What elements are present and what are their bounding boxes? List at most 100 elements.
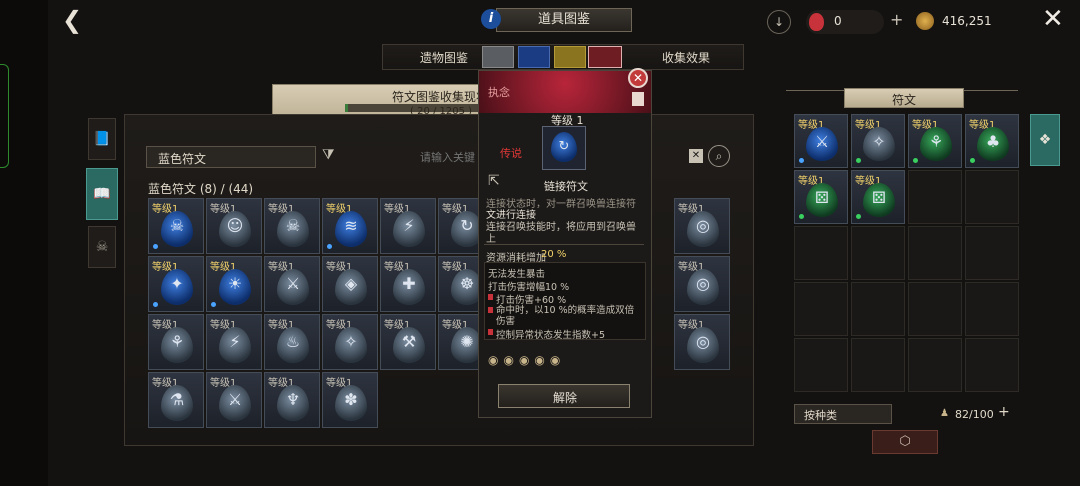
equipped-rune[interactable]: 等级1 ⚔ xyxy=(794,114,848,168)
clear-search-icon[interactable]: ✕ xyxy=(689,149,703,163)
equip-slot[interactable] xyxy=(794,226,848,280)
rune-tile[interactable]: 等级1 ✧ xyxy=(322,314,378,370)
equip-slot[interactable] xyxy=(908,226,962,280)
equip-slot[interactable] xyxy=(794,338,848,392)
banner-progress-fill xyxy=(345,104,348,112)
equip-slot[interactable] xyxy=(908,338,962,392)
equip-slot[interactable] xyxy=(965,282,1019,336)
popup-close-icon[interactable]: ✕ xyxy=(628,68,648,88)
equip-slot[interactable] xyxy=(908,282,962,336)
rune-symbol-icon: ✚ xyxy=(402,274,416,293)
equipped-rune[interactable]: 等级1 ♣ xyxy=(965,114,1019,168)
tab-red-rune[interactable] xyxy=(588,46,622,68)
equipped-rune[interactable]: 等级1 ⚄ xyxy=(851,170,905,224)
rune-symbol-icon: ⚔ xyxy=(814,132,830,151)
equip-slot[interactable] xyxy=(794,282,848,336)
rune-tile[interactable]: 等级1 ≋ xyxy=(322,198,378,254)
equipped-rune[interactable]: 等级1 ⚘ xyxy=(908,114,962,168)
rune-tile[interactable]: 等级1 ⚘ xyxy=(148,314,204,370)
share-icon[interactable]: ⇱ xyxy=(488,173,500,189)
search-icon[interactable]: ⌕ xyxy=(708,145,730,167)
rune-tile[interactable]: 等级1 ⚡ xyxy=(380,198,436,254)
add-capacity-button[interactable]: + xyxy=(998,404,1010,420)
tab-yellow-rune[interactable] xyxy=(554,46,586,68)
add-gem-button[interactable]: + xyxy=(890,10,903,29)
popup-name: 链接符文 xyxy=(544,180,588,193)
rune-tile[interactable]: 等级1 ⚔ xyxy=(264,256,320,312)
equip-slot[interactable] xyxy=(908,170,962,224)
popup-stat-3: 打击伤害+60 % xyxy=(496,295,567,306)
rune-tile[interactable]: 等级1 ⚒ xyxy=(380,314,436,370)
rune-symbol-icon: ✦ xyxy=(170,274,184,293)
rune-symbol-icon: ◎ xyxy=(696,216,710,235)
rune-tile[interactable]: 等级1 ◎ xyxy=(674,198,730,254)
status-dot-icon xyxy=(856,158,861,163)
gold-count: 416,251 xyxy=(942,14,992,28)
release-button-label: 解除 xyxy=(553,391,578,405)
rune-symbol-icon: ⚘ xyxy=(928,132,944,151)
search-input[interactable] xyxy=(420,146,480,168)
rune-symbol-icon: ⚄ xyxy=(872,188,886,207)
equip-slot[interactable] xyxy=(851,226,905,280)
dismantle-button[interactable]: ⬡ xyxy=(872,430,938,454)
rune-tile[interactable]: 等级1 ☠ xyxy=(264,198,320,254)
banner-title: 符文图鉴收集现状 xyxy=(392,90,489,104)
popup-grade: 传说 xyxy=(500,147,522,160)
tab-blue-rune[interactable] xyxy=(518,46,550,68)
rune-symbol-icon: ⚡ xyxy=(229,332,241,351)
class-icons: ◉◉◉◉◉ xyxy=(488,353,566,367)
rune-tile[interactable]: 等级1 ⚔ xyxy=(206,372,262,428)
equip-slot[interactable] xyxy=(851,282,905,336)
side-icon-skull-book[interactable]: ☠ xyxy=(88,226,116,268)
blue-dot-icon xyxy=(153,302,158,307)
rune-tile[interactable]: 等级1 ♨ xyxy=(264,314,320,370)
popup-cost-value: 20 % xyxy=(541,249,567,260)
rune-tile[interactable]: 等级1 ♆ xyxy=(264,372,320,428)
equip-slot[interactable] xyxy=(965,170,1019,224)
download-icon[interactable]: ↓ xyxy=(767,10,791,34)
red-gem-icon xyxy=(809,13,824,31)
equip-slot[interactable] xyxy=(851,338,905,392)
rune-symbol-icon: ☀ xyxy=(227,274,243,293)
popup-stat-2: 打击伤害增幅10 % xyxy=(488,282,570,293)
blue-dot-icon xyxy=(211,302,216,307)
rune-tile[interactable]: 等级1 ◎ xyxy=(674,314,730,370)
close-icon[interactable]: ✕ xyxy=(1042,4,1064,34)
tab-grey-rune[interactable] xyxy=(482,46,514,68)
red-gem-count: 0 xyxy=(834,14,842,28)
gold-icon xyxy=(916,12,934,30)
back-icon[interactable]: ❮ xyxy=(62,6,82,34)
tab-relic[interactable]: 遗物图鉴 xyxy=(420,49,468,66)
rune-tile[interactable]: 等级1 ⚡ xyxy=(206,314,262,370)
rune-symbol-icon: ✽ xyxy=(344,390,358,409)
rune-tile[interactable]: 等级1 ◈ xyxy=(322,256,378,312)
capacity-count: 82/100 xyxy=(955,408,994,421)
rune-symbol-icon: ◎ xyxy=(696,274,710,293)
equip-slot[interactable] xyxy=(965,338,1019,392)
equipped-rune[interactable]: 等级1 ✧ xyxy=(851,114,905,168)
rune-book-side-button[interactable]: ❖ xyxy=(1030,114,1060,166)
equip-slot[interactable] xyxy=(965,226,1019,280)
status-dot-icon xyxy=(970,158,975,163)
filter-icon[interactable]: ⧩ xyxy=(322,147,335,163)
rune-tile[interactable]: 等级1 ☠ xyxy=(148,198,204,254)
rune-tile[interactable]: 等级1 ☺ xyxy=(206,198,262,254)
side-icon-book[interactable]: 📘 xyxy=(88,118,116,160)
right-title: 符文 xyxy=(892,93,917,107)
header-title-plate: 道具图鉴 xyxy=(496,8,632,32)
side-icon-rune-book[interactable]: 📖 xyxy=(86,168,118,220)
rune-tile[interactable]: 等级1 ✦ xyxy=(148,256,204,312)
rune-tile[interactable]: 等级1 ◎ xyxy=(674,256,730,312)
rune-tile[interactable]: 等级1 ✽ xyxy=(322,372,378,428)
rune-tile[interactable]: 等级1 ✚ xyxy=(380,256,436,312)
rune-tile[interactable]: 等级1 ⚗ xyxy=(148,372,204,428)
side-tab-indicator xyxy=(0,64,9,168)
rune-symbol-icon: ◎ xyxy=(696,332,710,351)
popup-stat-5: 控制异常状态发生指数+5 xyxy=(496,330,606,341)
capacity-icon: ♟ xyxy=(940,408,949,419)
info-icon[interactable]: i xyxy=(481,9,501,29)
equipped-rune[interactable]: 等级1 ⚄ xyxy=(794,170,848,224)
tab-collect[interactable]: 收集效果 xyxy=(662,49,710,66)
rune-tile[interactable]: 等级1 ☀ xyxy=(206,256,262,312)
rune-symbol-icon: ◈ xyxy=(344,274,358,293)
